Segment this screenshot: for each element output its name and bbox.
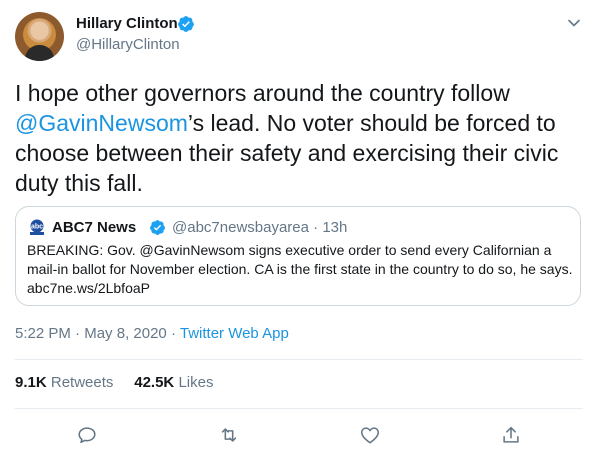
- quoted-tweet[interactable]: abc ABC7 News @abc7newsbayarea · 13h BRE…: [15, 206, 581, 306]
- likes-count: 42.5K: [134, 374, 175, 391]
- tweet-card: Hillary Clinton @HillaryClinton I hope o…: [0, 0, 598, 458]
- mention-link[interactable]: @GavinNewsom: [15, 110, 188, 136]
- retweets-stat[interactable]: 9.1K Retweets: [15, 374, 113, 391]
- chevron-down-icon[interactable]: [567, 16, 581, 30]
- meta-separator: ·: [313, 219, 319, 236]
- reply-button[interactable]: [76, 424, 98, 446]
- engagement-stats: 9.1K Retweets 42.5K Likes: [15, 374, 213, 391]
- share-icon: [503, 426, 519, 443]
- divider: [15, 359, 583, 360]
- author-name[interactable]: Hillary Clinton: [76, 15, 178, 32]
- meta-separator: ·: [75, 325, 81, 342]
- tweet-text: I hope other governors around the countr…: [15, 78, 585, 198]
- likes-label: Likes: [178, 374, 214, 391]
- quoted-handle: @abc7newsbayarea: [172, 219, 309, 236]
- heart-icon: [360, 427, 380, 444]
- tweet-date[interactable]: May 8, 2020: [84, 325, 167, 342]
- tweet-text-part: I hope other governors around the countr…: [15, 80, 510, 106]
- author-handle[interactable]: @HillaryClinton: [76, 36, 180, 53]
- verified-badge-icon: [178, 16, 194, 32]
- quoted-author-name: ABC7 News: [52, 219, 137, 236]
- retweet-button[interactable]: [218, 424, 240, 446]
- retweets-label: Retweets: [50, 374, 114, 391]
- tweet-timestamp: 5:22 PM · May 8, 2020 · Twitter Web App: [15, 325, 289, 342]
- likes-stat[interactable]: 42.5K Likes: [134, 374, 213, 391]
- action-bar: [0, 420, 598, 450]
- svg-text:abc: abc: [31, 224, 43, 231]
- abc7-logo-icon: abc: [30, 219, 44, 235]
- meta-separator: ·: [170, 325, 176, 342]
- retweet-icon: [221, 428, 237, 442]
- retweets-count: 9.1K: [15, 374, 47, 391]
- tweet-time[interactable]: 5:22 PM: [15, 325, 71, 342]
- quoted-meta: @abc7newsbayarea · 13h: [172, 219, 347, 236]
- share-button[interactable]: [500, 424, 522, 446]
- divider: [15, 408, 583, 409]
- verified-badge-icon: [150, 220, 165, 235]
- quoted-age: 13h: [322, 219, 348, 236]
- author-avatar[interactable]: [15, 12, 64, 61]
- reply-icon: [78, 427, 96, 444]
- quoted-text: BREAKING: Gov. @GavinNewsom signs execut…: [27, 242, 573, 296]
- tweet-source[interactable]: Twitter Web App: [180, 325, 289, 342]
- like-button[interactable]: [359, 424, 381, 446]
